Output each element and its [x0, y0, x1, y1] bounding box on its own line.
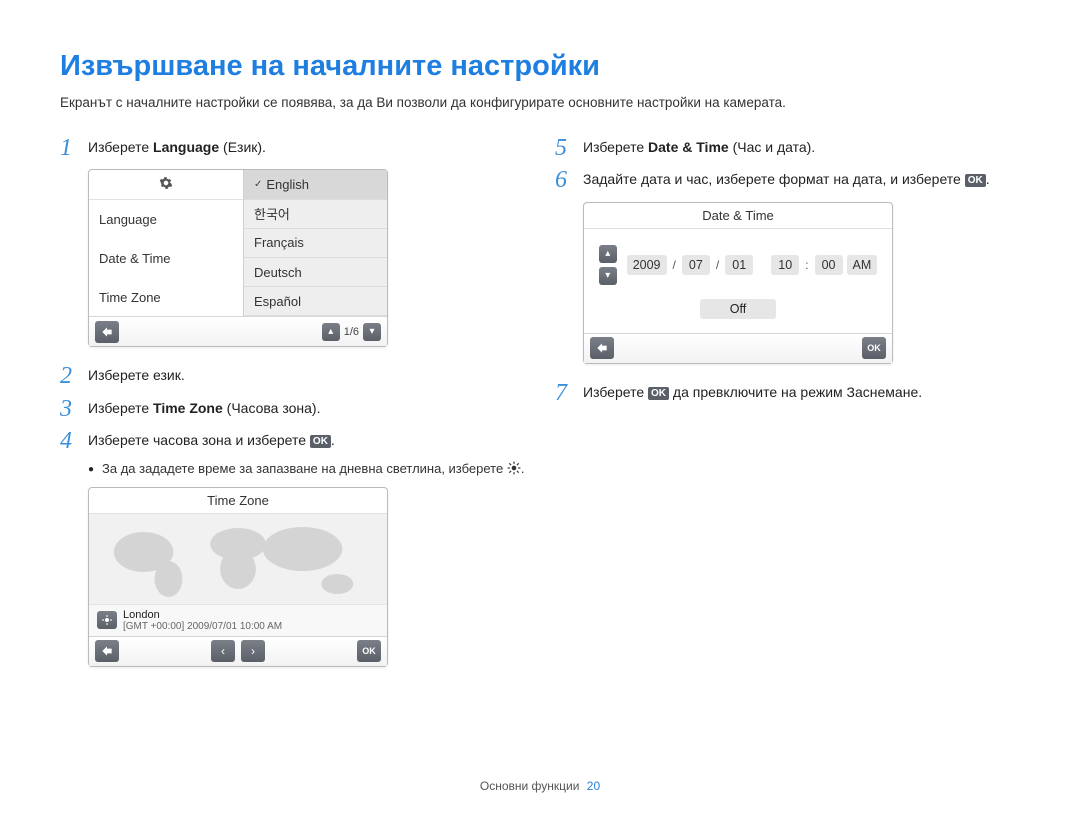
lang-francais[interactable]: Français: [244, 229, 387, 258]
ok-button[interactable]: OK: [862, 337, 886, 359]
time-sep: :: [803, 258, 810, 272]
page-up-button[interactable]: ▴: [322, 323, 340, 341]
back-button[interactable]: [95, 640, 119, 662]
step-3-suffix: (Часова зона).: [223, 400, 321, 416]
step-7-text-a: Изберете: [583, 384, 648, 400]
sun-icon: [507, 461, 521, 478]
step-number: 4: [60, 428, 88, 454]
step-6: 6 Задайте дата и час, изберете формат на…: [555, 167, 1020, 193]
step-2: 2 Изберете език.: [60, 363, 525, 389]
step-1-bold: Language: [153, 139, 219, 155]
date-sep: /: [671, 258, 678, 272]
step-6-text-a: Задайте дата и час, изберете формат на д…: [583, 171, 965, 187]
dst-button[interactable]: [97, 611, 117, 629]
step-5-bold: Date & Time: [648, 139, 729, 155]
ampm-field[interactable]: AM: [847, 255, 878, 275]
step-2-text: Изберете език.: [88, 363, 185, 383]
page-footer: Основни функции 20: [0, 779, 1080, 793]
day-field[interactable]: 01: [725, 255, 753, 275]
lang-english[interactable]: English: [244, 170, 387, 199]
step-number: 5: [555, 135, 583, 161]
step-3-bold: Time Zone: [153, 400, 223, 416]
step-7: 7 Изберете OK да превключите на режим За…: [555, 380, 1020, 406]
year-field[interactable]: 2009: [627, 255, 667, 275]
step-1-prefix: Изберете: [88, 139, 153, 155]
lang-espanol[interactable]: Español: [244, 287, 387, 316]
step-7-text-b: да превключите на режим Заснемане.: [669, 384, 922, 400]
back-button[interactable]: [590, 337, 614, 359]
intro-text: Екранът с началните настройки се появява…: [60, 95, 1020, 110]
minute-field[interactable]: 00: [815, 255, 843, 275]
pager: ▴ 1/6 ▾: [322, 323, 381, 341]
menu-language[interactable]: Language: [89, 200, 243, 239]
step-5: 5 Изберете Date & Time (Час и дата).: [555, 135, 1020, 161]
step-3-prefix: Изберете: [88, 400, 153, 416]
value-down-button[interactable]: ▾: [599, 267, 617, 285]
lang-deutsch[interactable]: Deutsch: [244, 258, 387, 287]
footer-page-number: 20: [587, 779, 600, 793]
page-down-button[interactable]: ▾: [363, 323, 381, 341]
language-screen: Language Date & Time Time Zone English 한…: [88, 169, 388, 347]
page-title: Извършване на началните настройки: [60, 50, 1020, 83]
world-map[interactable]: [89, 514, 387, 604]
step-4: 4 Изберете часова зона и изберете OK.: [60, 428, 525, 454]
ok-button[interactable]: OK: [357, 640, 381, 662]
step-5-prefix: Изберете: [583, 139, 648, 155]
step-number: 2: [60, 363, 88, 389]
prev-button[interactable]: ‹: [211, 640, 235, 662]
step-number: 3: [60, 396, 88, 422]
date-sep: /: [714, 258, 721, 272]
footer-label: Основни функции: [480, 779, 580, 793]
hour-field[interactable]: 10: [771, 255, 799, 275]
month-field[interactable]: 07: [682, 255, 710, 275]
date-format-off[interactable]: Off: [700, 299, 776, 319]
back-button[interactable]: [95, 321, 119, 343]
step-4b-text: За да зададете време за запазване на дне…: [102, 461, 507, 476]
tz-info-bar: London [GMT +00:00] 2009/07/01 10:00 AM: [89, 604, 387, 636]
step-number: 6: [555, 167, 583, 193]
datetime-screen: Date & Time ▴ ▾ 2009 / 07 / 01 10 : 00: [583, 202, 893, 364]
settings-header: [89, 170, 243, 200]
step-4-prefix: Изберете часова зона и изберете: [88, 432, 310, 448]
tz-gmt-info: [GMT +00:00] 2009/07/01 10:00 AM: [123, 621, 282, 632]
step-1: 1 Изберете Language (Език).: [60, 135, 525, 161]
ok-icon: OK: [648, 387, 669, 400]
lang-korean[interactable]: 한국어: [244, 200, 387, 229]
step-4-bullet: ● За да зададете време за запазване на д…: [88, 461, 525, 479]
step-1-suffix: (Език).: [219, 139, 266, 155]
step-number: 1: [60, 135, 88, 161]
step-number: 7: [555, 380, 583, 406]
ok-icon: OK: [965, 174, 986, 187]
bullet-icon: ●: [88, 461, 102, 479]
timezone-screen: Time Zone: [88, 487, 388, 667]
step-5-suffix: (Час и дата).: [729, 139, 816, 155]
menu-time-zone[interactable]: Time Zone: [89, 278, 243, 317]
tz-city: London: [123, 609, 282, 621]
menu-date-time[interactable]: Date & Time: [89, 239, 243, 278]
step-6-text-b: .: [986, 171, 990, 187]
ok-icon: OK: [310, 435, 331, 448]
value-up-button[interactable]: ▴: [599, 245, 617, 263]
next-button[interactable]: ›: [241, 640, 265, 662]
step-4-suffix: .: [331, 432, 335, 448]
pager-label: 1/6: [344, 326, 359, 338]
step-3: 3 Изберете Time Zone (Часова зона).: [60, 396, 525, 422]
dt-title: Date & Time: [584, 203, 892, 229]
gear-icon: [159, 176, 173, 193]
tz-title: Time Zone: [89, 488, 387, 514]
